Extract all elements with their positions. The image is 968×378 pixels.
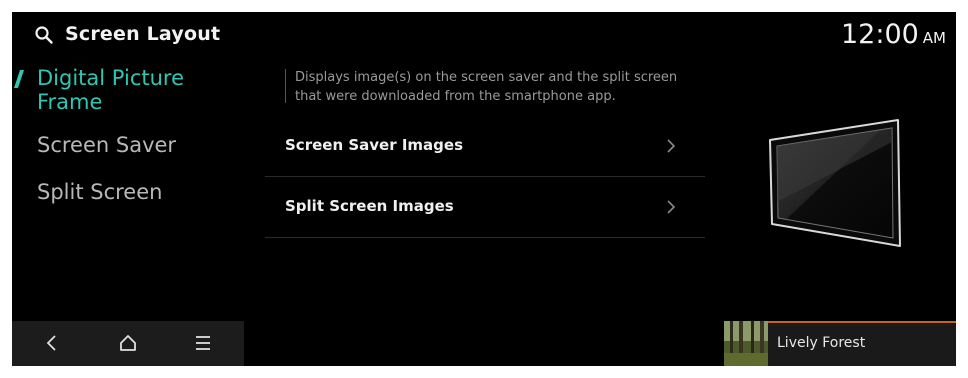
split-screen-images-row[interactable]: Split Screen Images bbox=[265, 177, 705, 238]
home-icon[interactable] bbox=[116, 332, 140, 354]
clock-ampm: AM bbox=[922, 29, 946, 47]
media-widget[interactable]: Lively Forest bbox=[724, 321, 956, 366]
chevron-right-icon bbox=[667, 139, 676, 153]
screen-saver-images-row[interactable]: Screen Saver Images bbox=[265, 116, 705, 177]
row-label: Screen Saver Images bbox=[285, 136, 464, 154]
sidebar-item-screen-saver[interactable]: Screen Saver bbox=[37, 133, 176, 157]
row-label: Split Screen Images bbox=[285, 197, 454, 215]
chevron-right-icon bbox=[667, 200, 676, 214]
media-title: Lively Forest bbox=[777, 335, 866, 351]
clock: 12:00 AM bbox=[841, 19, 946, 50]
sidebar-item-split-screen[interactable]: Split Screen bbox=[37, 180, 162, 204]
back-icon[interactable] bbox=[40, 332, 64, 354]
clock-time: 12:00 bbox=[840, 19, 919, 50]
search-icon[interactable] bbox=[34, 25, 54, 45]
description-line: Displays image(s) on the screen saver an… bbox=[295, 70, 678, 85]
media-progress-bar bbox=[768, 321, 956, 323]
tablet-display-icon bbox=[769, 119, 901, 247]
active-indicator bbox=[14, 70, 24, 88]
bottom-navigation bbox=[12, 321, 244, 366]
description: Displays image(s) on the screen saver an… bbox=[295, 68, 695, 106]
menu-icon[interactable] bbox=[191, 332, 215, 354]
album-art bbox=[724, 321, 768, 366]
description-line: that were downloaded from the smartphone… bbox=[295, 89, 616, 104]
sidebar-item-digital-picture-frame[interactable]: Digital Picture Frame bbox=[37, 66, 184, 114]
sidebar-item-label: Digital Picture bbox=[37, 66, 184, 90]
screen: Screen Layout 12:00 AM Digital Picture Fr… bbox=[12, 12, 956, 366]
description-divider bbox=[285, 69, 286, 103]
sidebar-item-label-line2: Frame bbox=[37, 90, 103, 114]
page-title: Screen Layout bbox=[65, 23, 221, 45]
